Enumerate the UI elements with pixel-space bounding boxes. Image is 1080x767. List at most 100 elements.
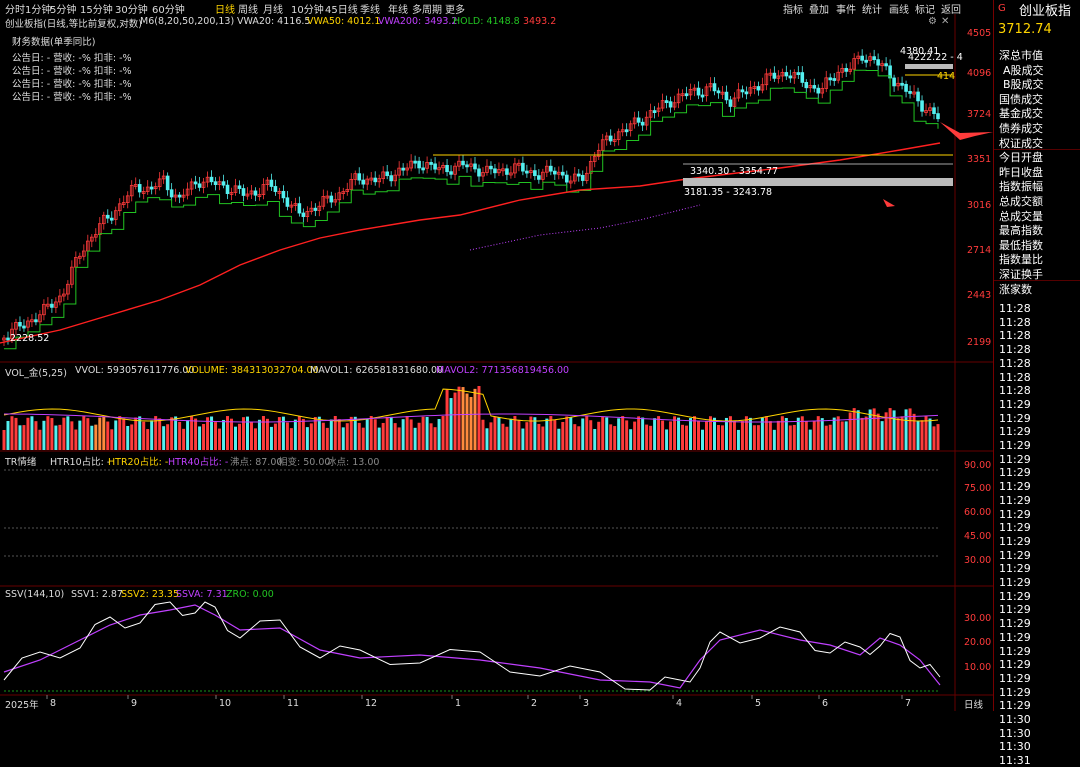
volume-bar [421,416,425,450]
price-axis-label: 3016 [967,200,991,211]
candle-body [109,217,114,221]
sidebar-item[interactable]: A股成交 [1003,62,1044,78]
sidebar-item[interactable]: 国债成交 [999,91,1043,107]
range-low-label: 3181.35 - 3243.78 [684,187,773,198]
sidebar-item[interactable]: 昨日收盘 [999,164,1043,180]
volume-bar [597,421,601,450]
volume-bar [685,425,689,450]
candle-body [213,181,218,185]
candle-body [461,160,465,166]
sidebar-item[interactable]: 总成交额 [999,193,1043,209]
volume-bar [501,423,505,450]
candle-body [684,93,689,97]
candle-body [796,72,801,75]
volume-bar [673,416,677,450]
volume-bar [880,421,884,450]
volume-bar [856,410,860,450]
volume-bar [353,416,357,450]
month-tick: 3 [583,698,589,709]
ssv-axis-label: 30.00 [964,613,991,624]
sidebar-item[interactable]: 涨家数 [999,281,1032,297]
volume-bar [289,428,293,450]
price-axis-label: 2443 [967,290,991,301]
trade-time: 11:29 [999,466,1031,480]
trade-time: 11:28 [999,356,1031,370]
volume-bar [469,396,473,450]
sidebar-item[interactable]: 今日开盘 [999,149,1043,165]
mavol1-label: MAVOL1: 626581831680.00 [310,365,444,376]
ssv2-label: SSV2: 23.35 [121,589,180,600]
volume-bar [573,424,577,450]
candle-body [489,165,493,170]
range-high-label: 4222.22 - 4 [908,52,963,63]
candle-body [401,167,405,171]
volume-bar [186,420,190,450]
month-tick: 10 [219,698,231,709]
trade-time: 11:28 [999,384,1031,398]
vwa200-line [0,142,941,344]
kline-chart[interactable]: 4505409637243351301627142443219990.0075.… [0,14,993,711]
sidebar-item[interactable]: 总成交量 [999,208,1043,224]
candle-body [465,164,469,168]
tr-axis-label: 75.00 [964,483,991,494]
trade-time: 11:29 [999,658,1031,672]
volume-bar [401,419,405,450]
volume-bar [689,418,693,450]
volume-bar [66,416,70,450]
candle-body [828,77,833,81]
month-tick: 2 [531,698,537,709]
sidebar-item[interactable]: 最高指数 [999,222,1043,238]
candle-body [273,186,278,192]
trade-time: 11:28 [999,315,1031,329]
index-title[interactable]: 创业板指 [1019,0,1071,19]
volume-bar [417,422,421,450]
sidebar-item[interactable]: B股成交 [1003,76,1044,92]
candle-body [804,82,809,89]
candle-body [756,86,761,91]
volume-bar [732,420,736,450]
volume-bar [285,422,289,450]
candle-body [197,183,202,188]
htr40-label: HTR40占比: - [168,457,229,468]
volume-bar [900,416,904,450]
candle-body [477,168,481,177]
arrow-annotation [883,199,895,207]
candle-body [389,175,393,182]
candle-body [22,325,26,329]
candle-body [473,163,477,170]
volume-bar [848,412,852,450]
arrow-annotation [940,122,993,140]
sidebar-item[interactable]: 深总市值 [999,47,1043,63]
volume-bar [477,386,481,450]
sidebar-item[interactable]: 指数振幅 [999,178,1043,194]
candle-body [449,171,453,175]
sidebar-item[interactable]: 指数量比 [999,251,1043,267]
volume-bar [273,423,277,450]
trade-time: 11:29 [999,603,1031,617]
trade-time: 11:29 [999,630,1031,644]
volume-bar [237,423,241,450]
price-axis-label: 3351 [967,154,991,165]
candle-body [433,163,437,170]
candle-body [936,113,940,120]
volume-bar [812,420,816,450]
volume-bar [178,421,182,450]
sidebar-item[interactable]: 最低指数 [999,237,1043,253]
volume-bar [916,420,920,450]
sidebar-item[interactable]: 基金成交 [999,105,1043,121]
volume-bar [844,421,848,450]
candle-body [561,171,565,176]
volume-bar [437,419,441,450]
vwa50-label: VWA50: 4012.1 [307,16,381,27]
volume-bar [166,424,170,450]
volume-bar [704,421,708,450]
volume-bar [888,408,892,450]
volume-bar [82,416,86,450]
volume-bar [569,417,573,450]
candle-body [385,171,389,177]
volume-bar [222,419,226,450]
volume-bar [6,420,10,450]
volume-bar [78,420,82,450]
sidebar-item[interactable]: 债券成交 [999,120,1043,136]
ssv-axis-label: 10.00 [964,662,991,673]
